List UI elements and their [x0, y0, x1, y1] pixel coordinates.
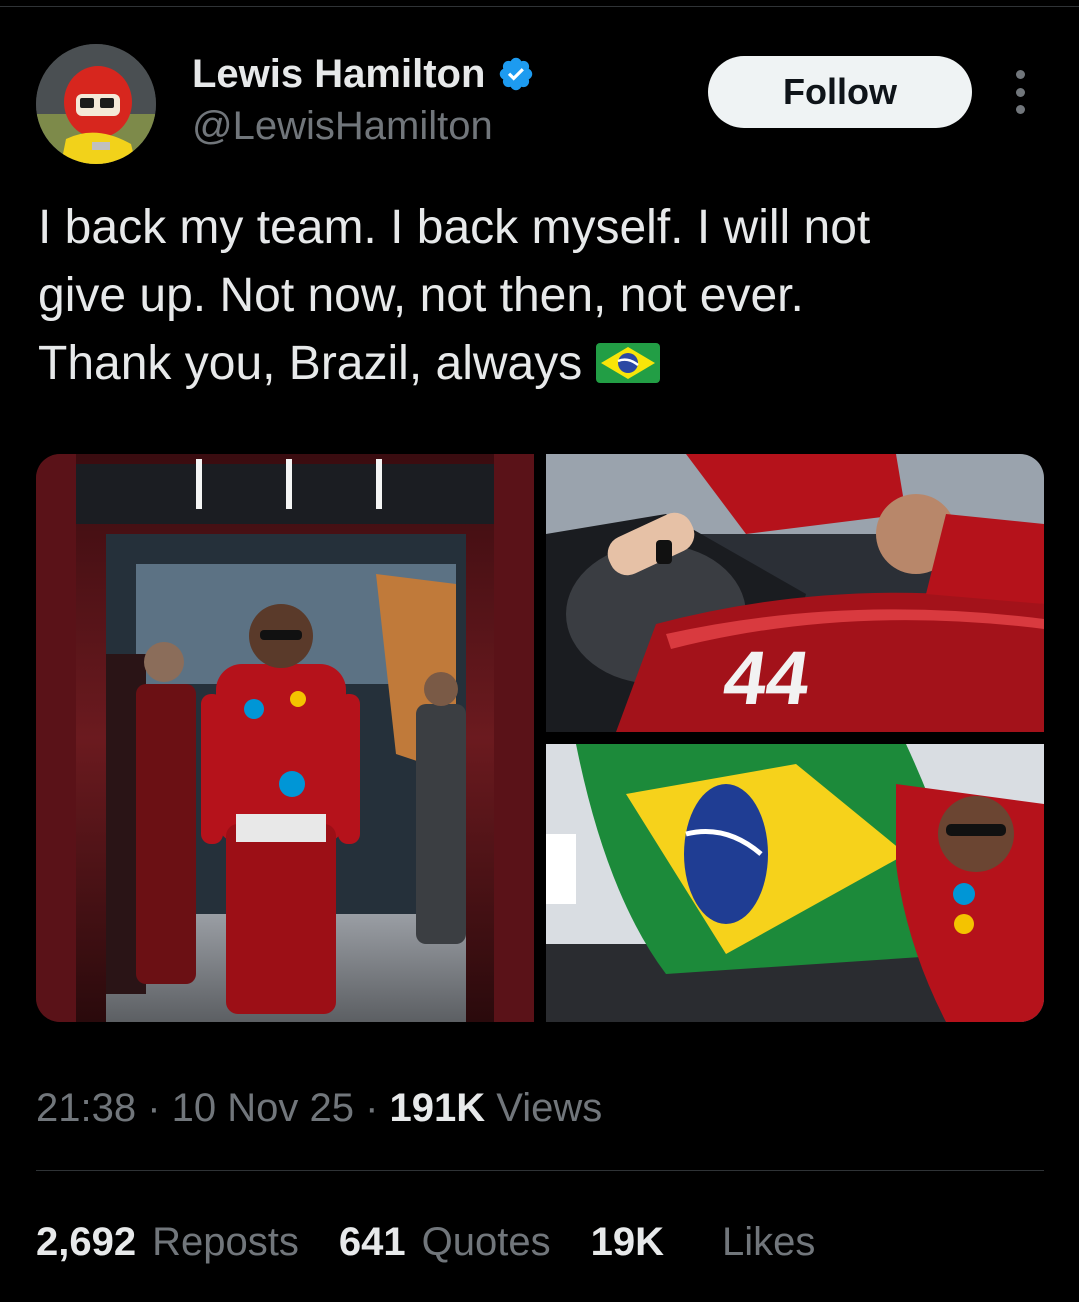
more-dot: [1015, 70, 1025, 79]
author-display-name[interactable]: Lewis Hamilton: [192, 48, 485, 100]
author-handle[interactable]: @LewisHamilton: [192, 100, 493, 152]
tweet-line-2: give up. Not now, not then, not ever.: [38, 269, 804, 322]
reposts-stat[interactable]: 2,692 Reposts: [36, 1214, 299, 1270]
stats-divider: [36, 1170, 1044, 1171]
reposts-count: 2,692: [36, 1220, 137, 1264]
follow-button[interactable]: Follow: [708, 56, 972, 128]
likes-label: Likes: [721, 1220, 816, 1264]
more-vertical-icon[interactable]: [1004, 70, 1036, 114]
user-avatar[interactable]: [36, 44, 156, 164]
top-divider: [0, 6, 1079, 7]
driver-with-brazil-flag-photo[interactable]: [546, 744, 1044, 1022]
views-label: Views: [496, 1086, 603, 1130]
views-count: 191K: [389, 1086, 486, 1130]
engagement-stats: 2,692 Reposts 641 Quotes 19K Likes: [36, 1214, 855, 1270]
tweet-line-3-text: Thank you, Brazil, always: [38, 337, 583, 390]
more-dot: [1015, 87, 1025, 97]
tweet-text: I back my team. I back myself. I will no…: [38, 194, 1048, 398]
quotes-stat[interactable]: 641 Quotes: [339, 1214, 551, 1270]
likes-count: 19K: [590, 1220, 664, 1264]
likes-stat[interactable]: 19K Likes: [591, 1214, 816, 1270]
avatar-image: [36, 44, 156, 164]
tweet-line-3: Thank you, Brazil, always: [38, 330, 1048, 398]
media-grid: 44: [36, 454, 1044, 1022]
tweet-time[interactable]: 21:38: [36, 1086, 136, 1130]
car-number: 44: [718, 636, 815, 721]
more-dot: [1015, 105, 1025, 114]
meta-separator: ·: [354, 1086, 390, 1130]
tweet-date[interactable]: 10 Nov 25: [172, 1086, 354, 1130]
quotes-count: 641: [338, 1220, 406, 1264]
author-name-row: Lewis Hamilton: [192, 48, 535, 100]
meta-separator: ·: [136, 1086, 172, 1130]
mechanics-car-44-photo[interactable]: 44: [546, 454, 1044, 732]
reposts-label: Reposts: [152, 1220, 299, 1264]
driver-walking-in-garage-photo[interactable]: [36, 454, 534, 1022]
verified-badge-icon: [497, 55, 535, 93]
tweet-meta: 21:38 · 10 Nov 25 · 191K Views: [36, 1082, 602, 1134]
flag-brazil-icon: [596, 336, 661, 383]
quotes-label: Quotes: [421, 1220, 551, 1264]
tweet-line-1: I back my team. I back myself. I will no…: [38, 201, 871, 254]
